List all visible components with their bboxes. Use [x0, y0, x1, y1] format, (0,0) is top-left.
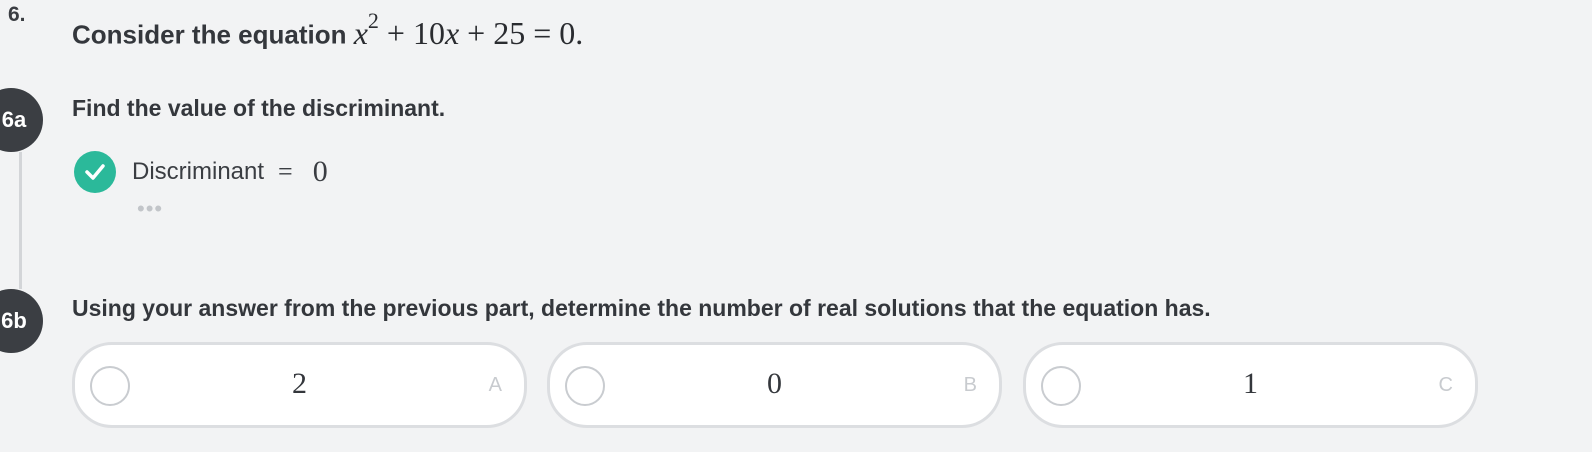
- choice-letter: B: [963, 374, 977, 396]
- choice-letter: C: [1438, 374, 1453, 396]
- equation-middle: + 10: [386, 14, 445, 51]
- choice-b-button[interactable]: 0 B: [547, 342, 1002, 428]
- question-stem-text: Consider the equation: [72, 19, 347, 50]
- part-connector-line: [19, 152, 22, 289]
- question-number: 6.: [8, 3, 26, 26]
- choice-value: 1: [1243, 367, 1258, 400]
- equation-var: x: [353, 14, 368, 51]
- choice-value: 0: [767, 367, 782, 400]
- check-icon: [74, 151, 116, 193]
- answer-value: 0: [312, 155, 328, 188]
- part-a-prompt: Find the value of the discriminant.: [72, 95, 446, 121]
- part-a-answer: Discriminant = 0: [74, 151, 328, 193]
- choice-a-button[interactable]: 2 A: [72, 342, 527, 428]
- part-b-badge: 6b: [0, 289, 43, 353]
- equation: x2 + 10x + 25 = 0.: [353, 8, 584, 51]
- equation-exponent: 2: [367, 8, 379, 33]
- part-b-prompt: Using your answer from the previous part…: [72, 295, 1211, 321]
- choice-letter: A: [488, 374, 502, 396]
- equation-var-2: x: [444, 14, 460, 51]
- question-page: 6. Consider the equation x2 + 10x + 25 =…: [0, 0, 1592, 452]
- part-a-badge: 6a: [0, 88, 43, 152]
- choice-c-button[interactable]: 1 C: [1023, 342, 1478, 428]
- more-options-icon[interactable]: •••: [137, 196, 163, 222]
- answer-equals: =: [278, 157, 293, 186]
- equation-tail: + 25 = 0.: [467, 14, 584, 51]
- choice-value: 2: [292, 367, 307, 400]
- question-stem: Consider the equation x2 + 10x + 25 = 0.: [72, 8, 584, 52]
- answer-label: Discriminant: [132, 158, 265, 185]
